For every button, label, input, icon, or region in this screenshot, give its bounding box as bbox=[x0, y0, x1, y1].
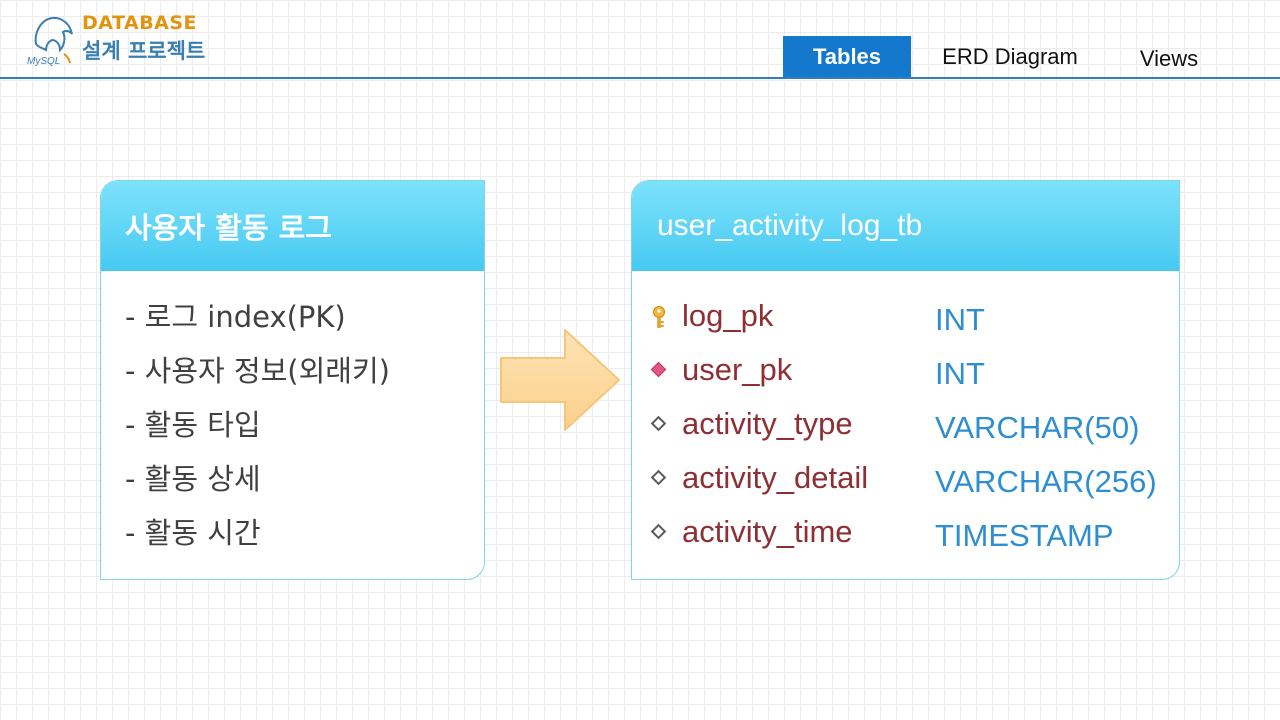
column-type: VARCHAR(256) bbox=[935, 464, 1157, 499]
attribute-item: - 활동 시간 bbox=[125, 516, 261, 550]
right-arrow-icon bbox=[500, 329, 620, 431]
key-icon bbox=[653, 306, 665, 328]
column-row-activity-time[interactable]: activity_time TIMESTAMP bbox=[632, 513, 1179, 553]
column-row-activity-detail[interactable]: activity_detail VARCHAR(256) bbox=[632, 459, 1179, 499]
brand-title-top: DATABASE bbox=[82, 12, 198, 34]
entity-description-card: 사용자 활동 로그 - 로그 index(PK) - 사용자 정보(외래키) -… bbox=[100, 180, 485, 580]
mysql-dolphin-logo: MySQL bbox=[27, 16, 73, 66]
table-schema-card: user_activity_log_tb log_pk INT user_pk … bbox=[631, 180, 1180, 580]
tab-views[interactable]: Views bbox=[1110, 38, 1228, 80]
column-name: activity_time bbox=[682, 514, 853, 549]
column-name: log_pk bbox=[682, 298, 774, 333]
column-type: INT bbox=[935, 356, 985, 391]
attribute-item: - 활동 상세 bbox=[125, 462, 261, 496]
column-row-activity-type[interactable]: activity_type VARCHAR(50) bbox=[632, 405, 1179, 445]
column-row-log-pk[interactable]: log_pk INT bbox=[632, 297, 1179, 337]
column-diamond-icon bbox=[650, 469, 667, 486]
foreign-key-diamond-icon bbox=[650, 361, 667, 378]
column-diamond-icon bbox=[650, 415, 667, 432]
brand-title-bottom: 설계 프로젝트 bbox=[82, 39, 206, 63]
attribute-item: - 사용자 정보(외래키) bbox=[125, 354, 390, 388]
tab-tables[interactable]: Tables bbox=[783, 36, 911, 78]
column-type: TIMESTAMP bbox=[935, 518, 1114, 553]
column-name: activity_detail bbox=[682, 460, 869, 495]
attribute-item: - 로그 index(PK) bbox=[125, 300, 346, 334]
table-name: user_activity_log_tb bbox=[632, 181, 1179, 271]
tab-erd-diagram[interactable]: ERD Diagram bbox=[925, 36, 1095, 78]
nav-underline bbox=[0, 77, 1280, 79]
entity-title: 사용자 활동 로그 bbox=[101, 181, 484, 271]
column-name: activity_type bbox=[682, 406, 853, 441]
column-diamond-icon bbox=[650, 523, 667, 540]
column-type: INT bbox=[935, 302, 985, 337]
logo-text: MySQL bbox=[27, 56, 60, 66]
column-type: VARCHAR(50) bbox=[935, 410, 1140, 445]
column-name: user_pk bbox=[682, 352, 793, 387]
app-header: MySQL DATABASE 설계 프로젝트 Tables ERD Diagra… bbox=[0, 0, 1280, 80]
column-row-user-pk[interactable]: user_pk INT bbox=[632, 351, 1179, 391]
attribute-item: - 활동 타입 bbox=[125, 408, 261, 442]
